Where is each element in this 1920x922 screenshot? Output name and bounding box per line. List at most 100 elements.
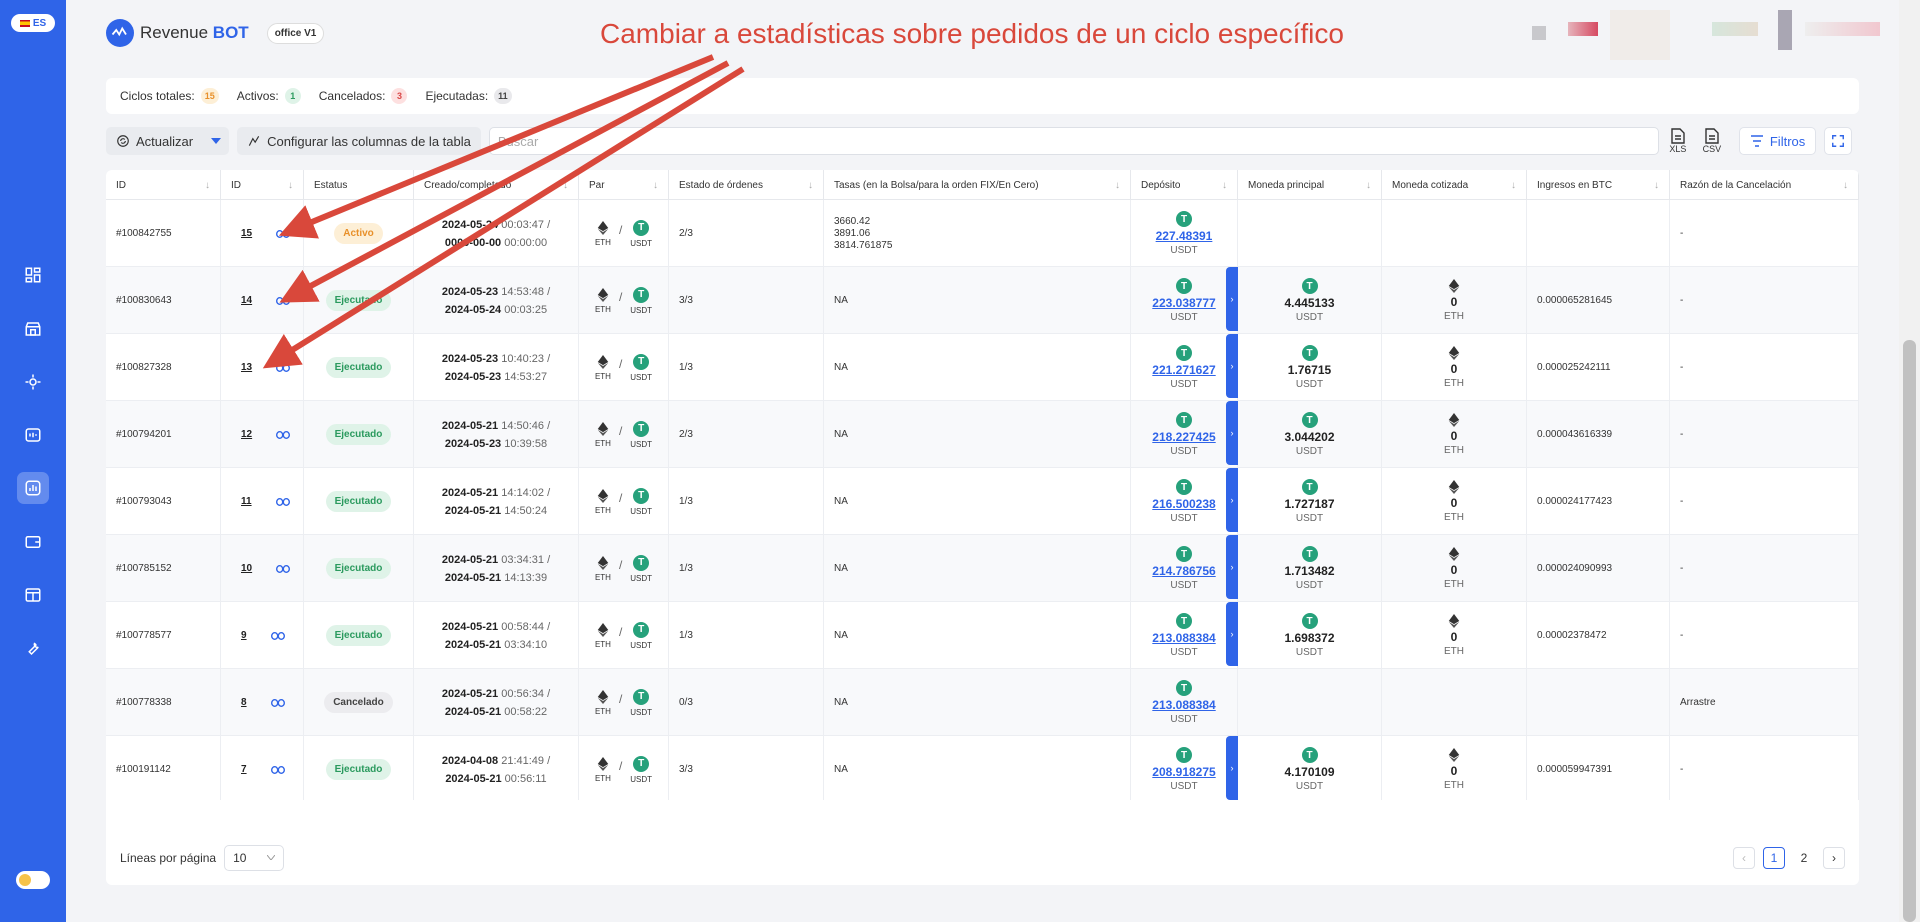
rows-per-page-select[interactable]: 10 bbox=[224, 844, 285, 871]
cancel-reason: - bbox=[1680, 764, 1684, 775]
column-header[interactable]: Moneda principal ↓ bbox=[1238, 170, 1382, 200]
column-header[interactable]: Creado/completado ↓ bbox=[414, 170, 579, 200]
cancel-reason: - bbox=[1680, 630, 1684, 641]
bot-icon[interactable] bbox=[17, 366, 49, 398]
usdt-icon: T bbox=[1301, 278, 1318, 294]
sort-icon: ↓ bbox=[1654, 179, 1659, 191]
search-input[interactable] bbox=[488, 127, 1659, 155]
link-icon[interactable] bbox=[275, 497, 290, 506]
cell-order-id: #100793043 bbox=[106, 468, 221, 535]
export-csv-button[interactable]: CSV bbox=[1697, 126, 1727, 156]
column-header[interactable]: Ingresos en BTC ↓ bbox=[1527, 170, 1670, 200]
cell-deposit: T 223.038777 USDT › bbox=[1131, 267, 1238, 334]
refresh-dropdown-toggle[interactable] bbox=[203, 127, 229, 155]
orders-state: 3/3 bbox=[679, 764, 693, 775]
cycle-id-link[interactable]: 9 bbox=[241, 630, 247, 641]
scrollbar-thumb[interactable] bbox=[1903, 340, 1916, 922]
page-scrollbar[interactable] bbox=[1899, 0, 1920, 922]
fullscreen-button[interactable] bbox=[1824, 127, 1853, 155]
next-page-button[interactable]: › bbox=[1823, 846, 1845, 869]
sort-icon: ↓ bbox=[653, 179, 658, 191]
column-header[interactable]: Tasas (en la Bolsa/para la orden FIX/En … bbox=[824, 170, 1131, 200]
terminal-icon[interactable] bbox=[17, 419, 49, 451]
deposit-link[interactable]: 223.038777 bbox=[1152, 296, 1215, 310]
brand-logo[interactable]: Revenue BOT office V1 bbox=[106, 19, 325, 47]
cycle-id-link[interactable]: 11 bbox=[241, 496, 252, 507]
dashboard-icon[interactable] bbox=[17, 259, 49, 291]
deposit-link[interactable]: 221.271627 bbox=[1152, 363, 1215, 377]
usdt-icon: T bbox=[1176, 546, 1192, 562]
cycle-id-link[interactable]: 8 bbox=[241, 697, 247, 708]
cell-order-id: #100827328 bbox=[106, 334, 221, 401]
column-header[interactable]: Razón de la Cancelación ↓ bbox=[1670, 170, 1859, 200]
expand-row-button[interactable]: › bbox=[1226, 602, 1238, 666]
cell-order-id: #100842755 bbox=[106, 200, 221, 267]
link-icon[interactable] bbox=[270, 698, 285, 707]
eth-icon bbox=[597, 421, 609, 436]
deposit-link[interactable]: 213.088384 bbox=[1152, 631, 1215, 645]
column-header[interactable]: Depósito ↓ bbox=[1131, 170, 1238, 200]
link-icon[interactable] bbox=[276, 363, 291, 372]
page-2-button[interactable]: 2 bbox=[1793, 846, 1815, 869]
btc-income: 0.000024090993 bbox=[1537, 563, 1613, 574]
table-row: #100842755 15 Activo 2024-05-24 00:03:47 /0… bbox=[106, 200, 1859, 267]
usdt-icon: T bbox=[633, 755, 650, 772]
cycle-id-link[interactable]: 14 bbox=[241, 295, 252, 306]
column-header[interactable]: Estatus ↓ bbox=[304, 170, 414, 200]
cycle-id-link[interactable]: 12 bbox=[241, 429, 252, 440]
cycle-id-link[interactable]: 13 bbox=[241, 362, 252, 373]
link-icon[interactable] bbox=[270, 631, 285, 640]
status-badge: Ejecutado bbox=[325, 357, 392, 378]
base-coin: ETH bbox=[595, 421, 611, 448]
link-icon[interactable] bbox=[276, 229, 291, 238]
cycle-id-link[interactable]: 7 bbox=[241, 764, 247, 775]
table-row: #100191142 7 Ejecutado 2024-04-08 21:41:49 … bbox=[106, 736, 1859, 800]
wrench-icon[interactable] bbox=[17, 632, 49, 664]
quote-coin: T USDT bbox=[630, 554, 652, 583]
link-icon[interactable] bbox=[276, 564, 291, 573]
deposit-link[interactable]: 214.786756 bbox=[1152, 564, 1215, 578]
orders-state: 2/3 bbox=[679, 429, 693, 440]
cell-deposit: T 214.786756 USDT › bbox=[1131, 535, 1238, 602]
link-icon[interactable] bbox=[276, 296, 291, 305]
expand-row-button[interactable]: › bbox=[1226, 535, 1238, 599]
cycle-id-link[interactable]: 15 bbox=[241, 228, 252, 239]
expand-row-button[interactable]: › bbox=[1226, 736, 1238, 800]
column-header[interactable]: Estado de órdenes ↓ bbox=[669, 170, 824, 200]
link-icon[interactable] bbox=[276, 430, 291, 439]
expand-row-button[interactable]: › bbox=[1226, 334, 1238, 398]
statistics-icon[interactable] bbox=[17, 472, 49, 504]
deposit-link[interactable]: 216.500238 bbox=[1152, 497, 1215, 511]
page-1-button[interactable]: 1 bbox=[1763, 846, 1785, 869]
deposit-link[interactable]: 218.227425 bbox=[1152, 430, 1215, 444]
order-id: #100785152 bbox=[116, 563, 172, 574]
theme-toggle[interactable] bbox=[16, 871, 50, 889]
deposit-link[interactable]: 208.918275 bbox=[1152, 765, 1215, 779]
deposit-link[interactable]: 227.48391 bbox=[1156, 229, 1213, 243]
columns-icon[interactable] bbox=[17, 579, 49, 611]
prev-page-button[interactable]: ‹ bbox=[1733, 846, 1755, 869]
export-xls-button[interactable]: XLS bbox=[1663, 126, 1693, 156]
filters-button[interactable]: Filtros bbox=[1738, 127, 1817, 155]
column-header[interactable]: ID ↓ bbox=[106, 170, 221, 200]
cell-pair: ETH / T USDT bbox=[579, 468, 669, 535]
expand-row-button[interactable]: › bbox=[1226, 468, 1238, 532]
link-icon[interactable] bbox=[270, 765, 285, 774]
language-switcher[interactable]: ES bbox=[11, 14, 55, 32]
cell-status: Ejecutado bbox=[304, 401, 414, 468]
expand-row-button[interactable]: › bbox=[1226, 401, 1238, 465]
xls-file-icon bbox=[1671, 128, 1685, 144]
configure-columns-button[interactable]: Configurar las columnas de la tabla bbox=[237, 127, 481, 155]
column-header[interactable]: Moneda cotizada ↓ bbox=[1382, 170, 1527, 200]
wallet-icon[interactable] bbox=[17, 526, 49, 558]
column-header[interactable]: ID ↓ bbox=[221, 170, 304, 200]
refresh-button[interactable]: Actualizar bbox=[106, 127, 203, 155]
column-header[interactable]: Par ↓ bbox=[579, 170, 669, 200]
eth-icon bbox=[1448, 748, 1460, 762]
rate-value: NA bbox=[834, 361, 848, 373]
cycle-id-link[interactable]: 10 bbox=[241, 563, 252, 574]
deposit-link[interactable]: 213.088384 bbox=[1152, 698, 1215, 712]
store-icon[interactable] bbox=[17, 313, 49, 345]
expand-row-button[interactable]: › bbox=[1226, 267, 1238, 331]
office-badge: office V1 bbox=[266, 22, 325, 44]
